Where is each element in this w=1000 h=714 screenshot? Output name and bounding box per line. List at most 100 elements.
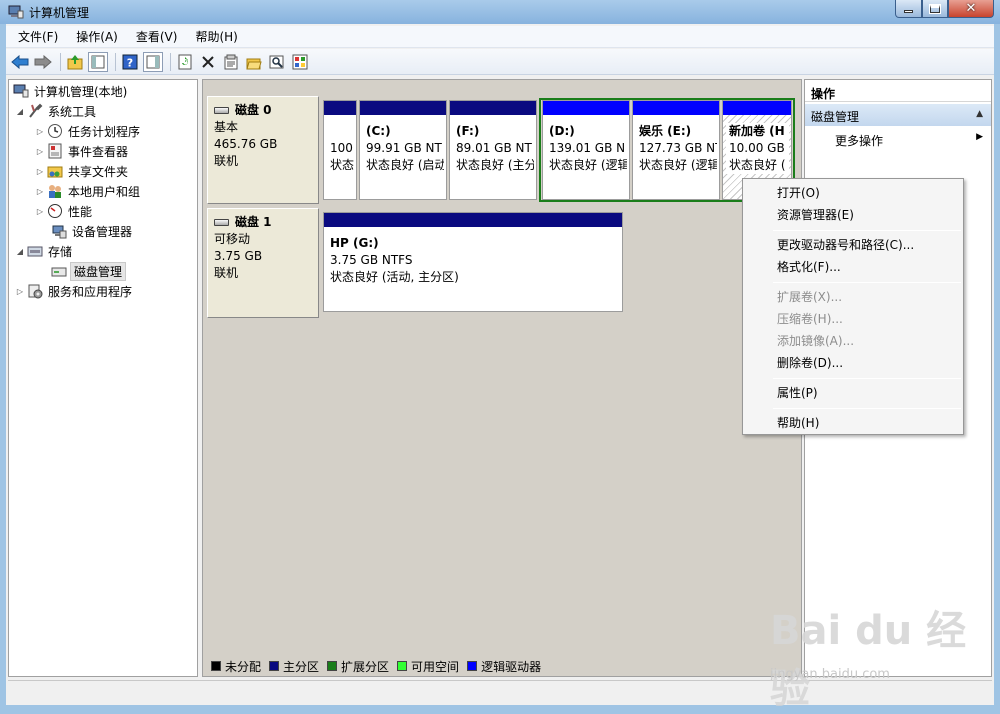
volume-name: 新加卷 (H	[729, 124, 785, 138]
volume-d[interactable]: (D:) 139.01 GB N 状态良好 (逻辑	[542, 100, 630, 200]
toolbar-separator	[170, 52, 171, 71]
tree-item-shared-folders[interactable]: ▷ 共享文件夹	[35, 162, 130, 180]
minimize-button[interactable]	[895, 0, 922, 18]
tree-item-device-manager[interactable]: 设备管理器	[49, 222, 134, 240]
show-hide-tree-button[interactable]	[88, 51, 108, 72]
volume-system-reserved[interactable]: 100 状态	[323, 100, 357, 200]
collapsed-arrow-icon[interactable]: ▷	[35, 127, 45, 136]
tree-item-label: 系统工具	[48, 104, 97, 119]
tree-item-root[interactable]: 计算机管理(本地)	[11, 82, 129, 100]
menu-item-properties[interactable]: 属性(P)	[777, 384, 818, 401]
search-icon	[269, 55, 284, 68]
menu-item-open[interactable]: 打开(O)	[777, 184, 820, 201]
volume-size: 10.00 GB	[729, 141, 785, 155]
collapsed-arrow-icon[interactable]: ▷	[15, 287, 25, 296]
volume-e[interactable]: 娱乐 (E:) 127.73 GB NT 状态良好 (逻辑	[632, 100, 720, 200]
menu-separator	[773, 282, 961, 283]
volume-f[interactable]: (F:) 89.01 GB NT 状态良好 (主分	[449, 100, 537, 200]
back-button[interactable]	[10, 52, 30, 72]
delete-icon	[202, 55, 214, 68]
volume-size: 100	[330, 141, 353, 155]
volume-size: 3.75 GB NTFS	[330, 253, 413, 267]
tree-item-system-tools[interactable]: ◢ 系统工具	[15, 102, 98, 120]
shared-folder-icon	[47, 166, 63, 178]
primary-partition-band	[324, 213, 622, 227]
tree-item-services[interactable]: ▷ 服务和应用程序	[15, 282, 134, 300]
menu-action[interactable]: 操作(A)	[70, 28, 124, 45]
volume-name	[330, 123, 354, 140]
console-icon	[292, 54, 308, 69]
collapsed-arrow-icon[interactable]: ▷	[35, 187, 45, 196]
volume-name: 娱乐 (E:)	[639, 124, 692, 138]
volume-c[interactable]: (C:) 99.91 GB NT 状态良好 (启动	[359, 100, 447, 200]
volume-g[interactable]: HP (G:) 3.75 GB NTFS 状态良好 (活动, 主分区)	[323, 212, 623, 312]
volume-name: (D:)	[549, 124, 575, 138]
actions-section-disk-management[interactable]: 磁盘管理 ▲	[805, 104, 991, 126]
tree-item-task-scheduler[interactable]: ▷ 任务计划程序	[35, 122, 142, 140]
collapsed-arrow-icon[interactable]: ▷	[35, 147, 45, 156]
close-button[interactable]: ✕	[948, 0, 994, 18]
disk-1-volumes: HP (G:) 3.75 GB NTFS 状态良好 (活动, 主分区)	[323, 212, 625, 312]
menu-item-change-drive-letter[interactable]: 更改驱动器号和路径(C)...	[777, 236, 914, 253]
more-actions-link[interactable]: 更多操作	[835, 132, 883, 149]
primary-partition-band	[324, 101, 356, 115]
baidu-watermark-logo: Bai du 经验	[770, 608, 967, 712]
volume-name: (C:)	[366, 124, 391, 138]
menu-item-help[interactable]: 帮助(H)	[777, 414, 819, 431]
expanded-arrow-icon[interactable]: ◢	[15, 247, 25, 256]
actions-header: 操作	[805, 80, 991, 102]
disk-name-text: 磁盘 1	[235, 215, 272, 229]
tree-item-storage[interactable]: ◢ 存储	[15, 242, 74, 260]
disk-status: 联机	[214, 266, 239, 280]
show-tree-icon	[91, 55, 105, 68]
volume-status: 状态良好 (逻辑	[549, 158, 627, 172]
computer-management-icon	[8, 5, 24, 19]
collapsed-arrow-icon[interactable]: ▷	[35, 207, 45, 216]
menu-view[interactable]: 查看(V)	[130, 28, 184, 45]
tree-item-event-viewer[interactable]: ▷ 事件查看器	[35, 142, 130, 160]
properties-button[interactable]	[221, 52, 241, 72]
console-button[interactable]	[290, 52, 310, 72]
maximize-button[interactable]	[922, 0, 948, 18]
menu-file[interactable]: 文件(F)	[12, 28, 64, 45]
tree-item-label: 本地用户和组	[68, 184, 141, 199]
tree-item-disk-management[interactable]: 磁盘管理	[49, 261, 127, 281]
disk-status: 联机	[214, 154, 239, 168]
disk-size: 3.75 GB	[214, 249, 263, 263]
maximize-icon	[929, 3, 941, 14]
tree-item-performance[interactable]: ▷ 性能	[35, 202, 94, 220]
help-button[interactable]: ?	[120, 52, 140, 72]
menu-item-delete-volume[interactable]: 删除卷(D)...	[777, 354, 843, 371]
menu-item-format[interactable]: 格式化(F)...	[777, 258, 841, 275]
legend-swatch	[269, 661, 280, 671]
show-pane-icon	[146, 55, 160, 68]
legend-swatch	[397, 661, 408, 671]
up-level-button[interactable]	[65, 52, 85, 72]
delete-button[interactable]	[198, 52, 218, 72]
tree-item-local-users[interactable]: ▷ 本地用户和组	[35, 182, 142, 200]
forward-button[interactable]	[33, 52, 53, 72]
disk-1-label[interactable]: 磁盘 1 可移动 3.75 GB 联机	[207, 208, 319, 318]
event-viewer-icon	[48, 143, 62, 159]
removable-disk-icon	[214, 219, 229, 226]
svg-text:?: ?	[127, 56, 133, 69]
collapse-up-icon[interactable]: ▲	[976, 109, 983, 119]
menu-item-explorer[interactable]: 资源管理器(E)	[777, 206, 854, 223]
expanded-arrow-icon[interactable]: ◢	[15, 107, 25, 116]
show-action-pane-button[interactable]	[143, 51, 163, 72]
find-button[interactable]	[267, 52, 287, 72]
services-icon	[28, 284, 43, 299]
menu-separator	[773, 230, 961, 231]
navigation-tree: 计算机管理(本地) ◢ 系统工具 ▷ 任务计划程序 ▷ 事件查看器 ▷ 共享文件…	[8, 79, 198, 677]
storage-icon	[27, 246, 43, 257]
clock-icon	[48, 124, 62, 138]
collapsed-arrow-icon[interactable]: ▷	[35, 167, 45, 176]
export-list-button[interactable]	[244, 52, 264, 72]
disk-0-label[interactable]: 磁盘 0 基本 465.76 GB 联机	[207, 96, 319, 204]
hard-disk-icon	[214, 107, 229, 114]
partition-legend: 未分配 主分区 扩展分区 可用空间 逻辑驱动器	[207, 657, 545, 675]
refresh-button[interactable]	[175, 52, 195, 72]
volume-size: 99.91 GB NT	[366, 141, 442, 155]
menu-help[interactable]: 帮助(H)	[189, 28, 243, 45]
properties-icon	[224, 54, 238, 69]
